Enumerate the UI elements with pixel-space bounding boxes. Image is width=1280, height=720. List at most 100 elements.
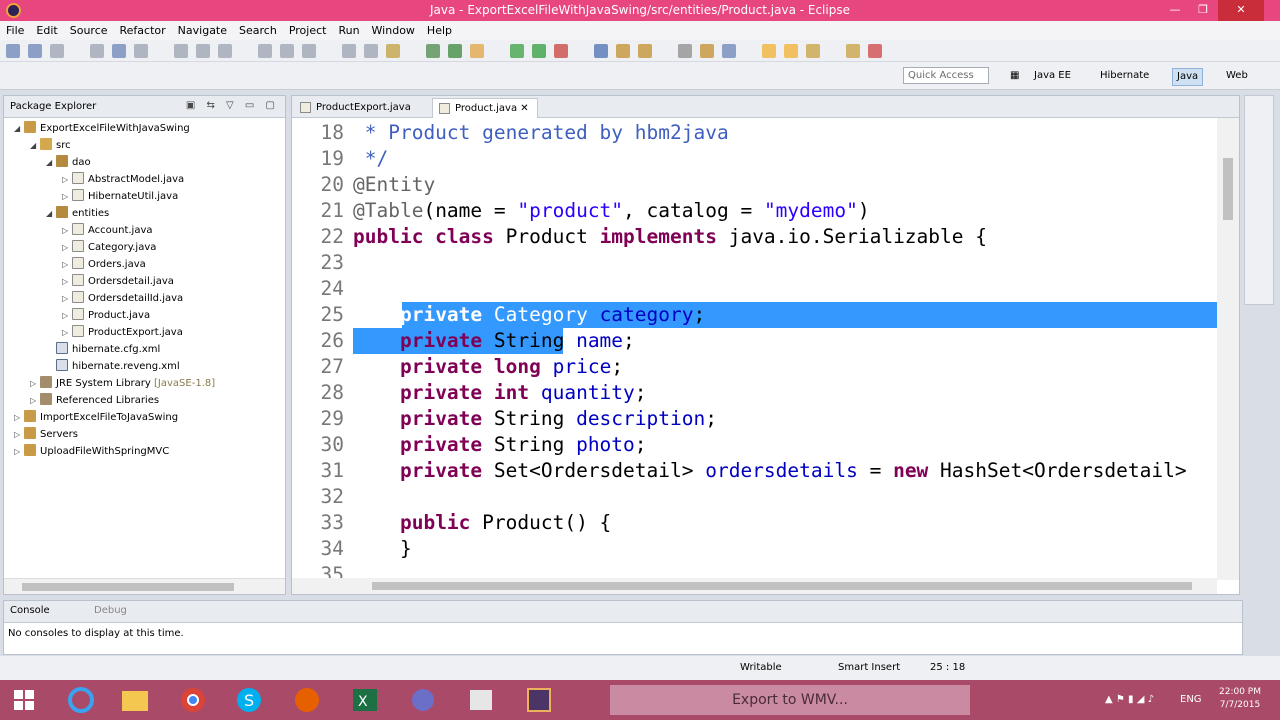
collapsed-arrow-icon[interactable]: ▷: [62, 311, 72, 320]
collapsed-arrow-icon[interactable]: ▷: [30, 396, 40, 405]
toolbar-button-icon[interactable]: [218, 44, 232, 58]
tree-item[interactable]: ▷ JRE System Library [JavaSE-1.8]: [30, 376, 215, 393]
toolbar-button-icon[interactable]: [90, 44, 104, 58]
open-perspective-icon[interactable]: ▦: [1006, 68, 1022, 86]
toolbar-button-icon[interactable]: [510, 44, 524, 58]
eclipse-taskbar-icon[interactable]: [514, 683, 564, 717]
collapsed-arrow-icon[interactable]: ▷: [30, 379, 40, 388]
tree-item[interactable]: ▷ ImportExcelFileToJavaSwing: [14, 410, 178, 427]
tree-item[interactable]: ▷ Referenced Libraries: [30, 393, 159, 410]
menu-window[interactable]: Window: [366, 21, 421, 37]
tree-item[interactable]: ▷ ProductExport.java: [62, 325, 183, 342]
menu-navigate[interactable]: Navigate: [172, 21, 233, 37]
tree-item[interactable]: ◢ dao: [46, 155, 91, 172]
tree-item[interactable]: ◢ entities: [46, 206, 109, 223]
menu-search[interactable]: Search: [233, 21, 283, 37]
minimize-button[interactable]: —: [1162, 0, 1188, 21]
collapsed-arrow-icon[interactable]: ▷: [14, 413, 24, 422]
export-to-wmv-button[interactable]: Export to WMV...: [610, 685, 970, 715]
start-button[interactable]: [4, 683, 54, 717]
tab-product-java[interactable]: Product.java ✕: [432, 98, 538, 118]
quick-access-input[interactable]: Quick Access: [903, 67, 989, 84]
explorer-horizontal-scrollbar[interactable]: [4, 578, 285, 594]
code-area[interactable]: 18 * Product generated by hbm2java 19 */2…: [292, 118, 1217, 580]
scrollbar-thumb[interactable]: [372, 582, 1192, 590]
toolbar-button-icon[interactable]: [386, 44, 400, 58]
editor-vertical-scrollbar[interactable]: [1217, 118, 1239, 580]
toolbar-button-icon[interactable]: [134, 44, 148, 58]
language-indicator[interactable]: ENG: [1180, 694, 1202, 705]
chrome-icon[interactable]: [168, 683, 218, 717]
toolbar-button-icon[interactable]: [868, 44, 882, 58]
toolbar-button-icon[interactable]: [196, 44, 210, 58]
tree-item[interactable]: ▷ Category.java: [62, 240, 156, 257]
collapsed-arrow-icon[interactable]: ▷: [62, 243, 72, 252]
collapsed-arrow-icon[interactable]: ▷: [62, 175, 72, 184]
collapsed-arrow-icon[interactable]: ▷: [62, 226, 72, 235]
perspective-java-ee[interactable]: Java EE: [1030, 68, 1075, 86]
tab-console[interactable]: Console: [10, 605, 50, 616]
toolbar-button-icon[interactable]: [678, 44, 692, 58]
toolbar-button-icon[interactable]: [448, 44, 462, 58]
toolbar-button-icon[interactable]: [554, 44, 568, 58]
close-tab-icon[interactable]: ✕: [520, 103, 528, 114]
toolbar-button-icon[interactable]: [426, 44, 440, 58]
tree-item[interactable]: ▷ Servers: [14, 427, 78, 444]
toolbar-button-icon[interactable]: [722, 44, 736, 58]
toolbar-button-icon[interactable]: [784, 44, 798, 58]
restore-button[interactable]: ❐: [1190, 0, 1216, 21]
tray-icons[interactable]: ▲ ⚑ ▮ ◢ ♪: [1105, 694, 1154, 705]
tree-item[interactable]: ▷ AbstractModel.java: [62, 172, 184, 189]
toolbar-button-icon[interactable]: [50, 44, 64, 58]
menu-file[interactable]: File: [0, 21, 30, 37]
tree-item[interactable]: ◢ ExportExcelFileWithJavaSwing: [14, 121, 190, 138]
tree-item[interactable]: hibernate.cfg.xml: [46, 342, 160, 359]
tree-item[interactable]: hibernate.reveng.xml: [46, 359, 180, 376]
editor-horizontal-scrollbar[interactable]: [292, 578, 1217, 594]
menu-refactor[interactable]: Refactor: [114, 21, 172, 37]
toolbar-button-icon[interactable]: [174, 44, 188, 58]
toolbar-button-icon[interactable]: [470, 44, 484, 58]
toolbar-button-icon[interactable]: [762, 44, 776, 58]
toolbar-button-icon[interactable]: [532, 44, 546, 58]
tree-item[interactable]: ◢ src: [30, 138, 71, 155]
skype-icon[interactable]: S: [224, 683, 274, 717]
tab-productexport-java[interactable]: ProductExport.java: [294, 98, 419, 118]
tree-item[interactable]: ▷ OrdersdetailId.java: [62, 291, 183, 308]
toolbar-button-icon[interactable]: [594, 44, 608, 58]
expanded-arrow-icon[interactable]: ◢: [46, 158, 56, 167]
toolbar-button-icon[interactable]: [258, 44, 272, 58]
collapsed-arrow-icon[interactable]: ▷: [62, 260, 72, 269]
tree-item[interactable]: ▷ UploadFileWithSpringMVC: [14, 444, 169, 461]
view-toolbar-icons[interactable]: ▣ ⇆ ▽ ▭ ▢: [186, 100, 279, 111]
menu-help[interactable]: Help: [421, 21, 458, 37]
toolbar-button-icon[interactable]: [302, 44, 316, 58]
firefox-icon[interactable]: [282, 683, 332, 717]
trim-stack-toolbar[interactable]: [1244, 95, 1274, 305]
clock[interactable]: 22:00 PM 7/7/2015: [1212, 686, 1268, 712]
collapsed-arrow-icon[interactable]: ▷: [62, 294, 72, 303]
chart-app-icon[interactable]: [456, 683, 506, 717]
tree-item[interactable]: ▷ Product.java: [62, 308, 150, 325]
excel-icon[interactable]: X: [340, 683, 390, 717]
collapsed-arrow-icon[interactable]: ▷: [14, 430, 24, 439]
scrollbar-thumb[interactable]: [1223, 158, 1233, 220]
internet-explorer-icon[interactable]: [56, 683, 106, 717]
expanded-arrow-icon[interactable]: ◢: [14, 124, 24, 133]
toolbar-button-icon[interactable]: [700, 44, 714, 58]
tab-debug[interactable]: Debug: [94, 605, 127, 616]
toolbar-button-icon[interactable]: [6, 44, 20, 58]
toolbar-button-icon[interactable]: [342, 44, 356, 58]
collapsed-arrow-icon[interactable]: ▷: [14, 447, 24, 456]
scrollbar-thumb[interactable]: [22, 583, 234, 591]
toolbar-button-icon[interactable]: [364, 44, 378, 58]
toolbar-button-icon[interactable]: [638, 44, 652, 58]
menu-source[interactable]: Source: [64, 21, 114, 37]
expanded-arrow-icon[interactable]: ◢: [46, 209, 56, 218]
toolbar-button-icon[interactable]: [280, 44, 294, 58]
package-explorer-tab[interactable]: Package Explorer ▣ ⇆ ▽ ▭ ▢: [4, 96, 285, 118]
close-window-button[interactable]: ✕: [1218, 0, 1264, 21]
tree-item[interactable]: ▷ Ordersdetail.java: [62, 274, 174, 291]
menu-project[interactable]: Project: [283, 21, 333, 37]
tree-item[interactable]: ▷ Account.java: [62, 223, 153, 240]
